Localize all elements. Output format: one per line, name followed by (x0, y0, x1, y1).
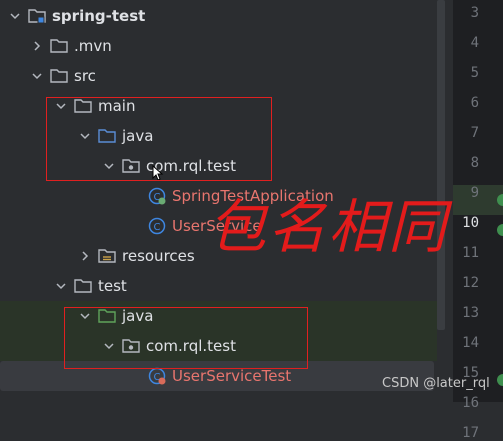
tree-item-resources[interactable]: resources (78, 241, 195, 271)
annotation-box-main (46, 97, 272, 181)
folder-icon (50, 37, 68, 55)
class-icon: C (148, 217, 166, 235)
line-number: 16 (462, 395, 479, 411)
chevron-down-icon[interactable] (30, 69, 44, 83)
tree-item-root[interactable]: spring-test (8, 1, 145, 31)
chevron-down-icon[interactable] (54, 279, 68, 293)
tree-item-test[interactable]: test (54, 271, 127, 301)
next-row-partial (0, 393, 437, 402)
tree-item-label: .mvn (74, 37, 112, 55)
tree-item-label: resources (122, 247, 195, 265)
tree-item-src[interactable]: src (30, 61, 96, 91)
line-number: 11 (462, 245, 479, 261)
svg-text:C: C (154, 222, 161, 233)
annotation-box-test (64, 307, 308, 369)
folder-icon (74, 277, 92, 295)
line-number: 9 (470, 185, 479, 201)
test-class-icon: C (148, 367, 166, 385)
tree-item-label: src (74, 67, 96, 85)
line-number: 8 (470, 155, 479, 171)
tree-item-label: spring-test (52, 7, 146, 25)
chevron-right-icon[interactable] (30, 39, 44, 53)
line-number: 5 (470, 65, 479, 81)
line-number: 13 (462, 305, 479, 321)
tree-item-mvn[interactable]: .mvn (30, 31, 112, 61)
line-number: 6 (470, 95, 479, 111)
run-gutter-icon[interactable] (497, 194, 503, 206)
line-number: 3 (470, 5, 479, 21)
line-number: 14 (462, 335, 479, 351)
line-number: 17 (462, 425, 479, 441)
spring-boot-class-icon: C (148, 187, 166, 205)
line-number: 12 (462, 275, 479, 291)
watermark: CSDN @later_rql (382, 376, 490, 391)
resources-folder-icon (98, 247, 116, 265)
chevron-right-icon[interactable] (78, 249, 92, 263)
run-gutter-icon[interactable] (497, 374, 503, 386)
module-folder-icon (28, 7, 46, 25)
line-number: 4 (470, 35, 479, 51)
tree-item-label: UserServiceTest (172, 367, 292, 385)
folder-icon (50, 67, 68, 85)
run-gutter-icon[interactable] (497, 224, 503, 236)
tree-scrollbar[interactable] (437, 0, 445, 330)
tree-item-label: test (98, 277, 127, 295)
chevron-down-icon[interactable] (8, 9, 22, 23)
annotation-text: 包名相同 (208, 193, 449, 261)
line-number: 10 (462, 215, 479, 231)
line-number: 7 (470, 125, 479, 141)
